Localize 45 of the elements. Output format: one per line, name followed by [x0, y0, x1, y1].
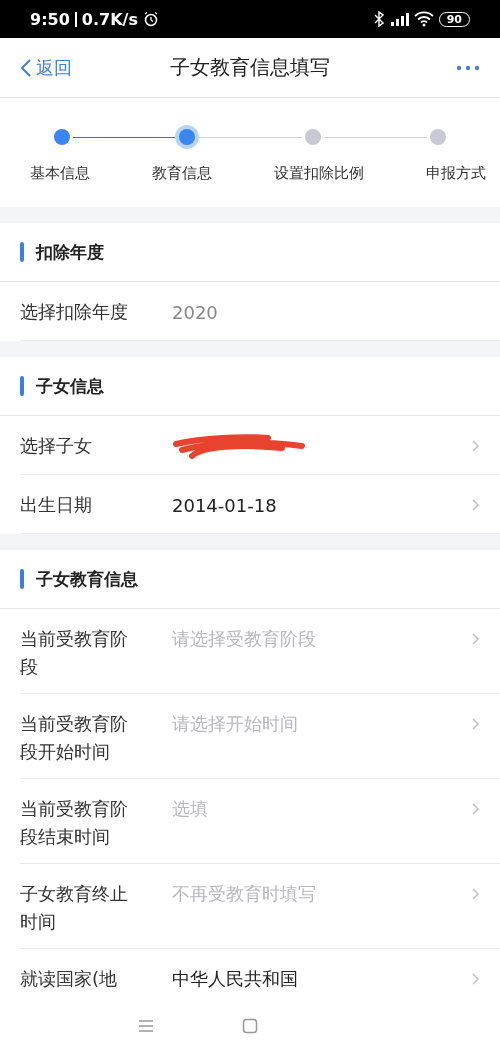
field-placeholder: 请选择开始时间: [172, 712, 298, 736]
section-title: 子女教育信息: [36, 567, 138, 591]
field-value: 中华人民共和国: [172, 967, 298, 991]
menu-icon[interactable]: [138, 1019, 154, 1033]
form-row[interactable]: 当前受教育阶段结束时间 选填: [20, 779, 500, 864]
field-label: 子女教育终止时间: [20, 882, 129, 934]
field-label: 选择子女: [20, 434, 93, 458]
form-row[interactable]: 子女教育终止时间 不再受教育时填写: [20, 864, 500, 949]
step-label: 设置扣除比例: [274, 164, 364, 183]
field-label: 当前受教育阶段: [20, 627, 129, 679]
form-row[interactable]: 当前受教育阶段开始时间 请选择开始时间: [20, 694, 500, 779]
step-label: 教育信息: [152, 164, 212, 183]
field-label: 出生日期: [20, 493, 93, 517]
back-button[interactable]: 返回: [20, 55, 100, 80]
form-row[interactable]: 当前受教育阶段 请选择受教育阶段: [20, 609, 500, 694]
field-placeholder: 选填: [172, 797, 208, 821]
form-row[interactable]: 选择子女: [20, 416, 500, 475]
divider-bar: [74, 11, 77, 27]
field-placeholder: 不再受教育时填写: [172, 882, 316, 906]
field-label: 当前受教育阶段开始时间: [20, 712, 129, 764]
signal-icon: [388, 11, 409, 27]
page-title: 子女教育信息填写: [170, 54, 330, 81]
form-row[interactable]: 选择扣除年度 2020: [20, 282, 500, 341]
clock-time: 9:50: [30, 9, 70, 29]
section-title: 子女信息: [36, 374, 104, 398]
field-label: 就读国家(地: [20, 967, 119, 991]
home-icon[interactable]: [242, 1018, 258, 1034]
section-accent: [20, 242, 24, 262]
field-value: 2014-01-18: [172, 494, 277, 516]
section-title: 扣除年度: [36, 240, 104, 264]
section-accent: [20, 569, 24, 589]
field-value: 2020: [172, 301, 218, 323]
field-label: 选择扣除年度: [20, 300, 129, 324]
field-label: 当前受教育阶段结束时间: [20, 797, 129, 849]
bluetooth-icon: [373, 11, 384, 27]
wifi-icon: [413, 11, 434, 27]
field-placeholder: 请选择受教育阶段: [172, 627, 316, 651]
form-row[interactable]: 出生日期 2014-01-18: [20, 475, 500, 534]
section-accent: [20, 376, 24, 396]
step-label: 基本信息: [30, 164, 90, 183]
alarm-icon: [142, 11, 159, 27]
network-speed: 0.7K/s: [81, 9, 138, 29]
more-icon[interactable]: [456, 63, 480, 72]
step-label: 申报方式: [426, 164, 486, 183]
back-chevron-icon: [20, 57, 32, 78]
